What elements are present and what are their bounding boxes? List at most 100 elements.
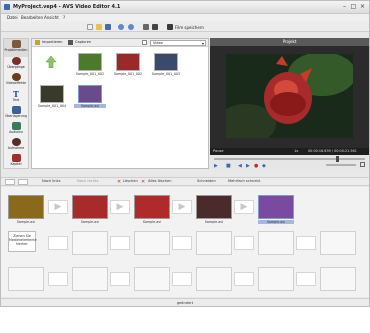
media-thumbnail[interactable]	[78, 85, 102, 103]
menu-edit[interactable]: Bearbeiten	[21, 15, 43, 20]
prev-frame-icon[interactable]: ◀	[238, 163, 242, 169]
undo-icon[interactable]	[118, 24, 124, 30]
transition-slot[interactable]	[172, 272, 192, 286]
storyboard-clip[interactable]	[196, 195, 232, 219]
empty-slot[interactable]	[196, 231, 232, 255]
media-thumbnail[interactable]	[40, 85, 64, 103]
view-filter-select[interactable]: Video ▾	[150, 40, 206, 46]
import-button[interactable]: Importieren	[42, 40, 62, 44]
transition-slot[interactable]: ▶	[110, 200, 130, 214]
playback-state: Pause	[213, 149, 224, 153]
seek-handle[interactable]	[336, 156, 339, 162]
timeline-view-icon[interactable]	[152, 24, 158, 30]
transition-slot[interactable]	[48, 236, 68, 250]
status-text: geändert	[176, 301, 194, 305]
snapshot-icon[interactable]: ◆	[262, 163, 266, 169]
playback-controls: ▶ ■ ◀ ▶ ● ◆	[210, 155, 369, 169]
empty-slot[interactable]	[320, 267, 356, 291]
library-toolbar: Importieren Capturen Video ▾	[32, 39, 208, 47]
empty-slot[interactable]	[8, 267, 44, 291]
preview-image	[216, 52, 356, 144]
menu-bar: Datei Bearbeiten Ansicht ?	[1, 14, 369, 22]
zoom-out-icon[interactable]	[5, 179, 15, 185]
storyboard-clip[interactable]	[258, 195, 294, 219]
open-project-icon[interactable]	[96, 24, 102, 30]
transition-slot[interactable]	[110, 272, 130, 286]
transition-slot[interactable]: ▶	[48, 200, 68, 214]
view-toggle-icon[interactable]	[142, 40, 147, 45]
empty-slot[interactable]	[320, 231, 356, 255]
record-marker-icon[interactable]: ●	[254, 163, 258, 169]
transition-slot[interactable]	[172, 236, 192, 250]
media-thumbnail-label: Sample_001_002	[75, 72, 105, 76]
new-project-icon[interactable]	[87, 24, 93, 30]
text-icon: T	[13, 89, 19, 99]
sidebar-item-video-effects[interactable]: Videoeffekte	[4, 72, 28, 90]
transition-slot[interactable]	[110, 236, 130, 250]
move-right-button[interactable]: Nach rechts	[77, 179, 98, 183]
transition-slot[interactable]	[234, 236, 254, 250]
storyboard-clip[interactable]	[8, 195, 44, 219]
move-left-button[interactable]: Nach links	[42, 179, 61, 183]
next-frame-icon[interactable]: ▶	[246, 163, 250, 169]
sidebar-item-label: Text	[12, 98, 20, 102]
arrow-right-icon: ▶	[116, 202, 124, 212]
storyboard-view-icon[interactable]	[143, 24, 149, 30]
empty-slot[interactable]	[258, 231, 294, 255]
menu-file[interactable]: Datei	[7, 15, 18, 20]
seek-slider[interactable]	[214, 156, 365, 162]
sidebar-item-label: Audioinx	[9, 130, 23, 134]
empty-slot[interactable]	[134, 231, 170, 255]
empty-slot[interactable]	[72, 267, 108, 291]
delete-all-button[interactable]: Alles löschen	[148, 179, 172, 183]
empty-slot[interactable]	[134, 267, 170, 291]
menu-view[interactable]: Ansicht	[44, 15, 59, 20]
fullscreen-icon[interactable]	[360, 162, 365, 167]
chapters-icon	[11, 154, 21, 162]
maximize-button[interactable]: □	[350, 4, 357, 10]
transition-slot[interactable]	[48, 272, 68, 286]
save-movie-icon[interactable]	[167, 24, 173, 30]
transition-slot[interactable]	[296, 272, 316, 286]
media-thumbnail[interactable]	[116, 53, 140, 71]
save-project-icon[interactable]	[105, 24, 111, 30]
sidebar-item-label: Aufnahme	[7, 146, 25, 150]
capture-icon	[68, 40, 73, 45]
delete-button[interactable]: Löschen	[123, 179, 138, 183]
storyboard-clip-label: Sample.avi	[80, 220, 100, 224]
close-button[interactable]: ×	[359, 4, 366, 10]
empty-slot[interactable]	[196, 267, 232, 291]
transition-slot[interactable]: ▶	[234, 200, 254, 214]
sidebar-item-chapters[interactable]: Kapitel	[4, 153, 28, 171]
transition-slot[interactable]	[234, 272, 254, 286]
empty-slot[interactable]	[72, 231, 108, 255]
minimize-button[interactable]: –	[341, 4, 348, 10]
redo-icon[interactable]	[128, 24, 134, 30]
play-icon[interactable]: ▶	[214, 163, 218, 169]
capture-button[interactable]: Capturen	[75, 40, 91, 44]
volume-slider[interactable]	[326, 164, 356, 166]
sidebar-item-label: Kapitel	[10, 162, 22, 166]
import-icon	[35, 40, 40, 45]
save-movie-button[interactable]: Film speichern	[175, 25, 204, 30]
menu-help[interactable]: ?	[63, 15, 65, 20]
arrow-right-icon: ▶	[240, 202, 248, 212]
transitions-icon	[11, 57, 21, 65]
sidebar-item-label: Übergänge	[7, 65, 25, 69]
category-sidebar: Projektmedien Übergänge Videoeffekte T T…	[3, 38, 29, 169]
storyboard-clip[interactable]	[134, 195, 170, 219]
stop-icon[interactable]: ■	[226, 163, 231, 169]
cut-button[interactable]: Schneiden	[197, 179, 216, 183]
media-icon	[11, 40, 21, 48]
transition-slot[interactable]	[296, 236, 316, 250]
media-thumbnail[interactable]	[154, 53, 178, 71]
transition-slot[interactable]: ▶	[172, 200, 192, 214]
timecode-display: 00:00:16.639 / 00:00:21.561	[308, 149, 357, 153]
storyboard-clip[interactable]	[72, 195, 108, 219]
multi-cut-button[interactable]: Mehrfach schneid.	[228, 179, 261, 183]
zoom-in-icon[interactable]	[18, 179, 28, 185]
empty-slot[interactable]	[258, 267, 294, 291]
media-thumbnail-label: Sample_001_004	[37, 104, 67, 108]
media-thumbnail[interactable]	[78, 53, 102, 71]
sidebar-item-project-media[interactable]: Projektmedien	[4, 39, 28, 57]
